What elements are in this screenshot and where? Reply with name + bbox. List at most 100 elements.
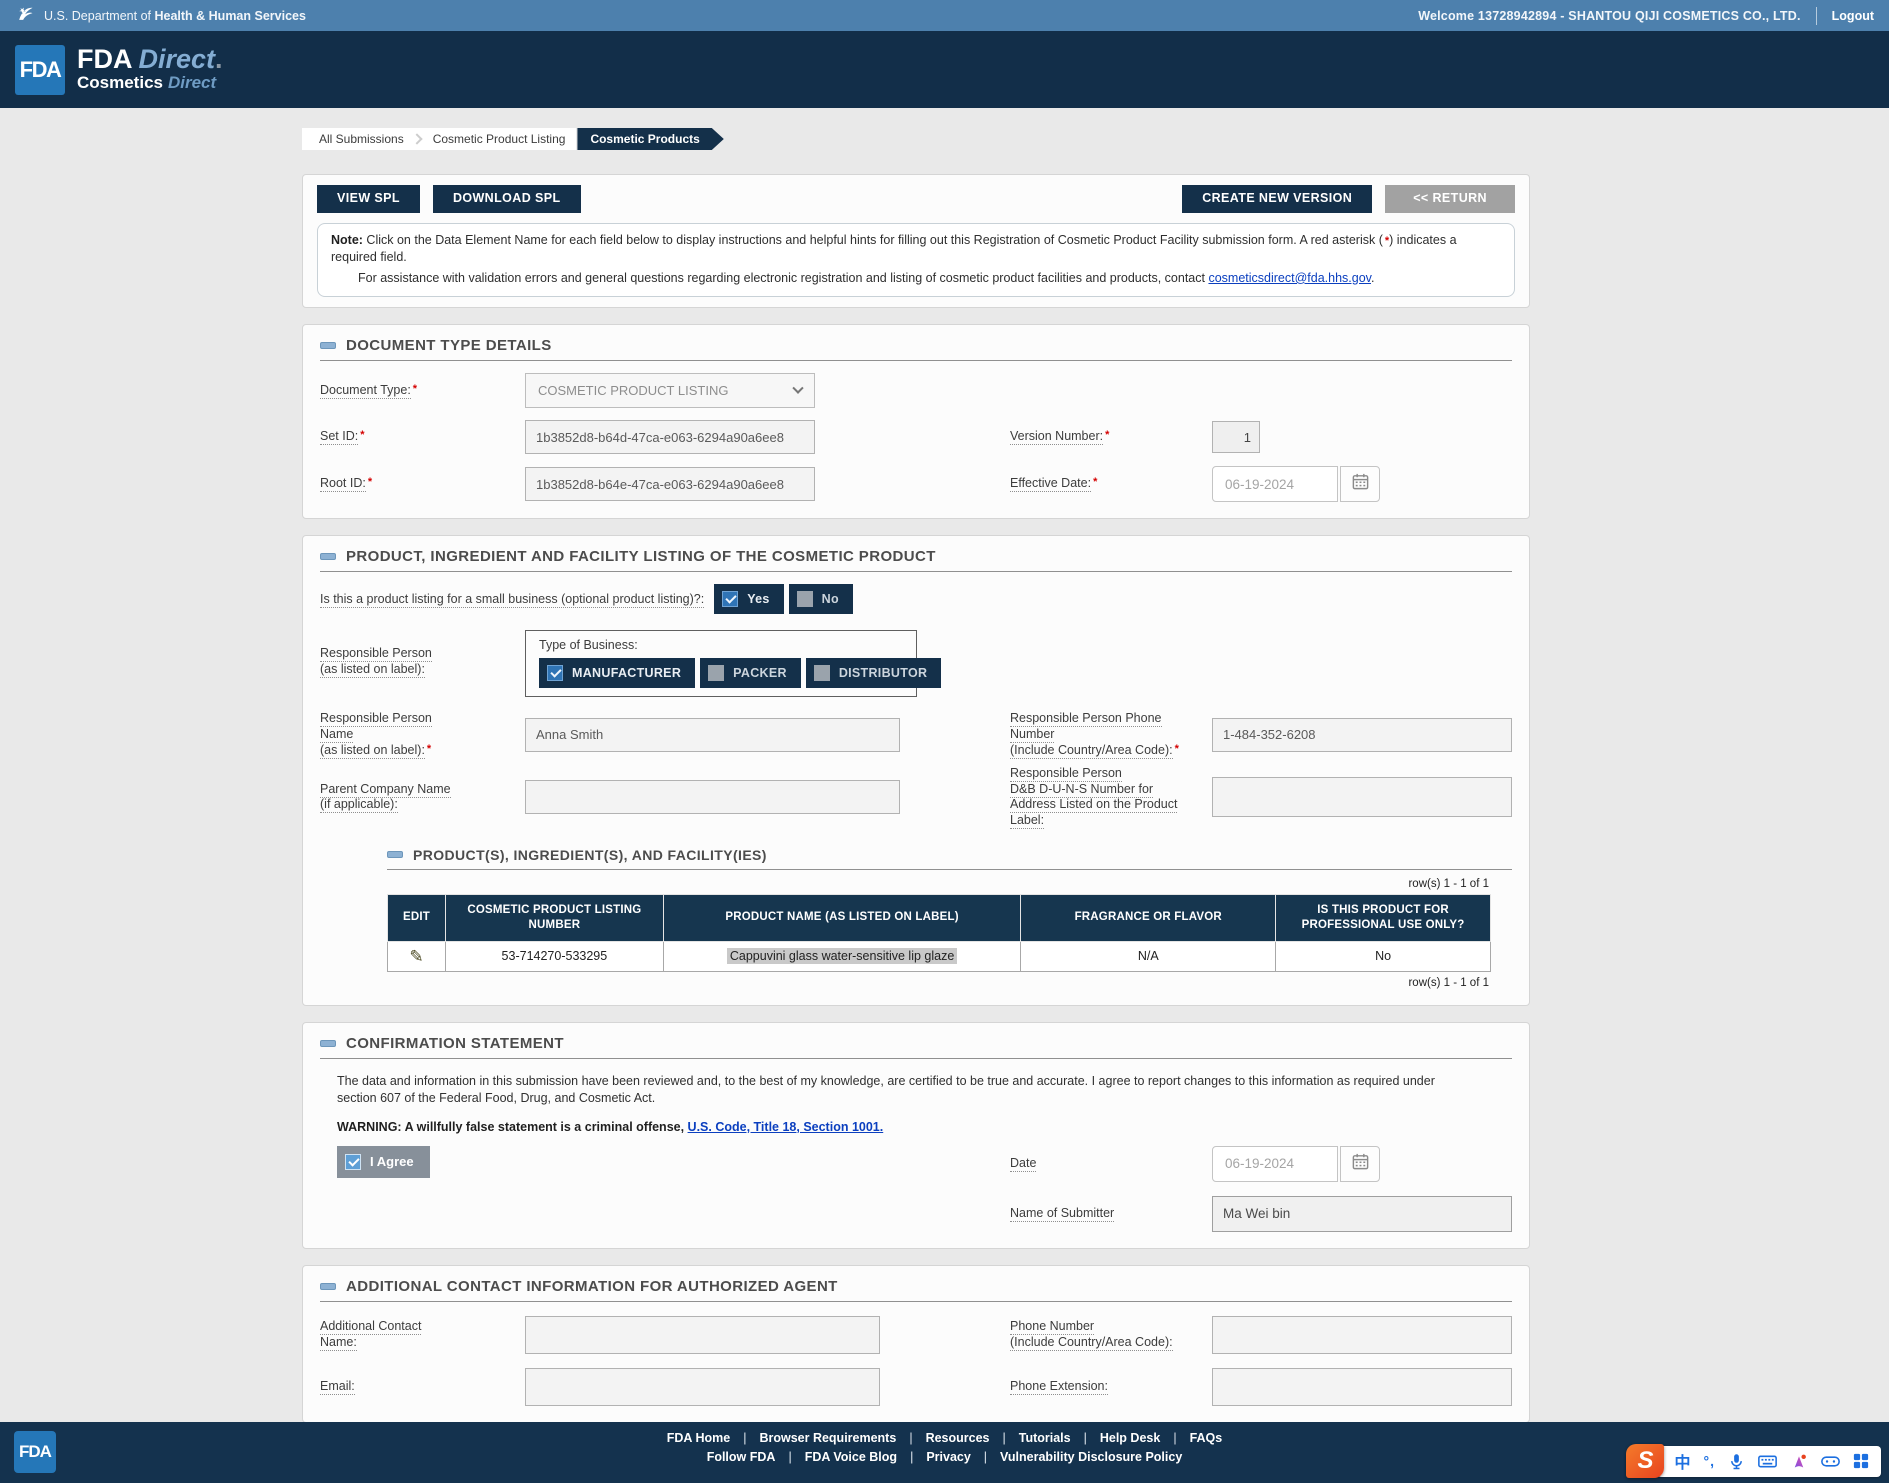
ime-language-icon[interactable]: 中 [1674,1449,1690,1473]
edit-pencil-icon[interactable]: ✎ [409,947,423,966]
us-code-link[interactable]: U.S. Code, Title 18, Section 1001. [688,1120,884,1134]
name-of-submitter-label[interactable]: Name of Submitter [1010,1206,1114,1222]
rp-duns-label-line4[interactable]: Label: [1010,813,1044,829]
business-type-distributor-toggle[interactable]: DISTRIBUTOR [806,658,942,688]
collapse-dash-icon[interactable] [320,553,336,560]
create-new-version-button[interactable]: CREATE NEW VERSION [1182,185,1372,213]
small-business-yes-toggle[interactable]: Yes [714,584,783,614]
agent-phone-label-line2[interactable]: (Include Country/Area Code): [1010,1335,1173,1351]
version-number-label[interactable]: Version Number: [1010,429,1103,445]
additional-contact-name-input[interactable] [525,1316,880,1354]
no-label: No [822,592,839,606]
brand-text[interactable]: FDADirect. CosmeticsDirect [77,46,223,94]
download-spl-button[interactable]: DOWNLOAD SPL [433,185,581,213]
small-business-no-toggle[interactable]: No [789,584,853,614]
footer-link-vulnerability-disclosure[interactable]: Vulnerability Disclosure Policy [1000,1450,1182,1464]
rp-phone-label-line2[interactable]: Number [1010,727,1054,743]
root-id-label[interactable]: Root ID: [320,476,366,492]
keyboard-icon[interactable] [1758,1453,1777,1470]
required-asterisk: * [413,383,417,395]
email-label[interactable]: Email: [320,1379,355,1395]
rp-duns-label-line2[interactable]: D&B D-U-N-S Number for [1010,782,1153,798]
responsible-person-label-line2[interactable]: (as listed on label): [320,662,425,678]
document-type-details-header: DOCUMENT TYPE DETAILS [320,337,1512,361]
return-button[interactable]: << RETURN [1385,185,1515,213]
skin-theme-icon[interactable] [1790,1453,1808,1470]
i-agree-toggle[interactable]: I Agree [337,1146,430,1178]
rp-name-input[interactable]: Anna Smith [525,718,900,752]
email-input[interactable] [525,1368,880,1406]
packer-label: PACKER [733,666,787,680]
breadcrumb-all-submissions[interactable]: All Submissions [312,132,411,146]
parent-company-label-line2[interactable]: (if applicable): [320,797,398,813]
required-asterisk: * [1105,429,1109,441]
additional-contact-name-label-line2[interactable]: Name: [320,1335,357,1351]
rp-duns-label[interactable]: Responsible Person [1010,766,1122,782]
collapse-dash-icon[interactable] [387,851,403,858]
rp-phone-input[interactable]: 1-484-352-6208 [1212,718,1512,752]
additional-contact-header: ADDITIONAL CONTACT INFORMATION FOR AUTHO… [320,1278,1512,1302]
rp-phone-label-line3[interactable]: (Include Country/Area Code): [1010,743,1173,759]
responsible-person-business-row: Responsible Person (as listed on label):… [320,630,1512,697]
date-label[interactable]: Date [1010,1156,1036,1172]
additional-contact-name-label[interactable]: Additional Contact [320,1319,421,1335]
confirmation-date-calendar-button[interactable] [1340,1146,1380,1182]
parent-company-input[interactable] [525,780,900,814]
set-id-label[interactable]: Set ID: [320,429,358,445]
view-spl-button[interactable]: VIEW SPL [317,185,420,213]
fda-logo[interactable]: FDA [15,45,65,95]
version-number-input[interactable]: 1 [1212,421,1260,453]
agent-phone-label[interactable]: Phone Number [1010,1319,1094,1335]
footer-link-fda-voice-blog[interactable]: FDA Voice Blog [805,1450,897,1464]
document-type-select[interactable]: COSMETIC PRODUCT LISTING [525,373,815,408]
footer-link-faqs[interactable]: FAQs [1190,1431,1223,1445]
set-id-row: Set ID: * 1b3852d8-b64d-47ca-e063-6294a90… [320,420,1512,454]
breadcrumb-cosmetic-product-listing[interactable]: Cosmetic Product Listing [426,132,573,146]
phone-extension-input[interactable] [1212,1368,1512,1406]
rp-phone-label[interactable]: Responsible Person Phone [1010,711,1162,727]
footer-link-browser-requirements[interactable]: Browser Requirements [759,1431,896,1445]
effective-date-calendar-button[interactable] [1340,466,1380,502]
name-of-submitter-input[interactable]: Ma Wei bin [1212,1196,1512,1232]
contact-email-link[interactable]: cosmeticsdirect@fda.hhs.gov [1208,271,1371,285]
toolbox-grid-icon[interactable] [1853,1453,1869,1469]
footer-separator: | [909,1431,912,1445]
hhs-branding[interactable]: U.S. Department of Health & Human Servic… [15,4,306,27]
rp-name-label-line2[interactable]: Name [320,727,353,743]
parent-company-row: Parent Company Name (if applicable): Res… [320,766,1512,829]
rp-duns-label-line3[interactable]: Address Listed on the Product [1010,797,1177,813]
breadcrumb-cosmetic-products[interactable]: Cosmetic Products [577,128,723,150]
collapse-dash-icon[interactable] [320,1040,336,1047]
document-type-label[interactable]: Document Type: [320,383,411,399]
sogou-logo-icon[interactable]: S [1626,1444,1664,1478]
logout-link[interactable]: Logout [1832,9,1874,23]
business-type-manufacturer-toggle[interactable]: MANUFACTURER [539,658,695,688]
phone-extension-label[interactable]: Phone Extension: [1010,1379,1108,1395]
small-business-label[interactable]: Is this a product listing for a small bu… [320,592,704,608]
footer-link-help-desk[interactable]: Help Desk [1100,1431,1160,1445]
footer-link-follow-fda[interactable]: Follow FDA [707,1450,776,1464]
rp-name-label[interactable]: Responsible Person [320,711,432,727]
footer-link-tutorials[interactable]: Tutorials [1019,1431,1071,1445]
effective-date-input[interactable]: 06-19-2024 [1212,466,1338,502]
footer-link-fda-home[interactable]: FDA Home [667,1431,730,1445]
gamepad-icon[interactable] [1821,1454,1840,1469]
set-id-input[interactable]: 1b3852d8-b64d-47ca-e063-6294a90a6ee8 [525,420,815,454]
responsible-person-label[interactable]: Responsible Person [320,646,432,662]
root-id-input[interactable]: 1b3852d8-b64e-47ca-e063-6294a90a6ee8 [525,467,815,501]
rp-name-label-line3[interactable]: (as listed on label): [320,743,425,759]
effective-date-label[interactable]: Effective Date: [1010,476,1091,492]
collapse-dash-icon[interactable] [320,342,336,349]
parent-company-label[interactable]: Parent Company Name [320,782,451,798]
ime-punctuation-icon[interactable]: °, [1704,1453,1716,1469]
footer-link-resources[interactable]: Resources [926,1431,990,1445]
fda-footer-logo[interactable]: FDA [14,1431,56,1473]
business-type-packer-toggle[interactable]: PACKER [700,658,801,688]
section-title: PRODUCT, INGREDIENT AND FACILITY LISTING… [346,548,936,565]
collapse-dash-icon[interactable] [320,1283,336,1290]
rp-duns-input[interactable] [1212,777,1512,817]
microphone-icon[interactable] [1728,1453,1745,1470]
footer-link-privacy[interactable]: Privacy [926,1450,970,1464]
confirmation-date-input[interactable]: 06-19-2024 [1212,1146,1338,1182]
agent-phone-input[interactable] [1212,1316,1512,1354]
